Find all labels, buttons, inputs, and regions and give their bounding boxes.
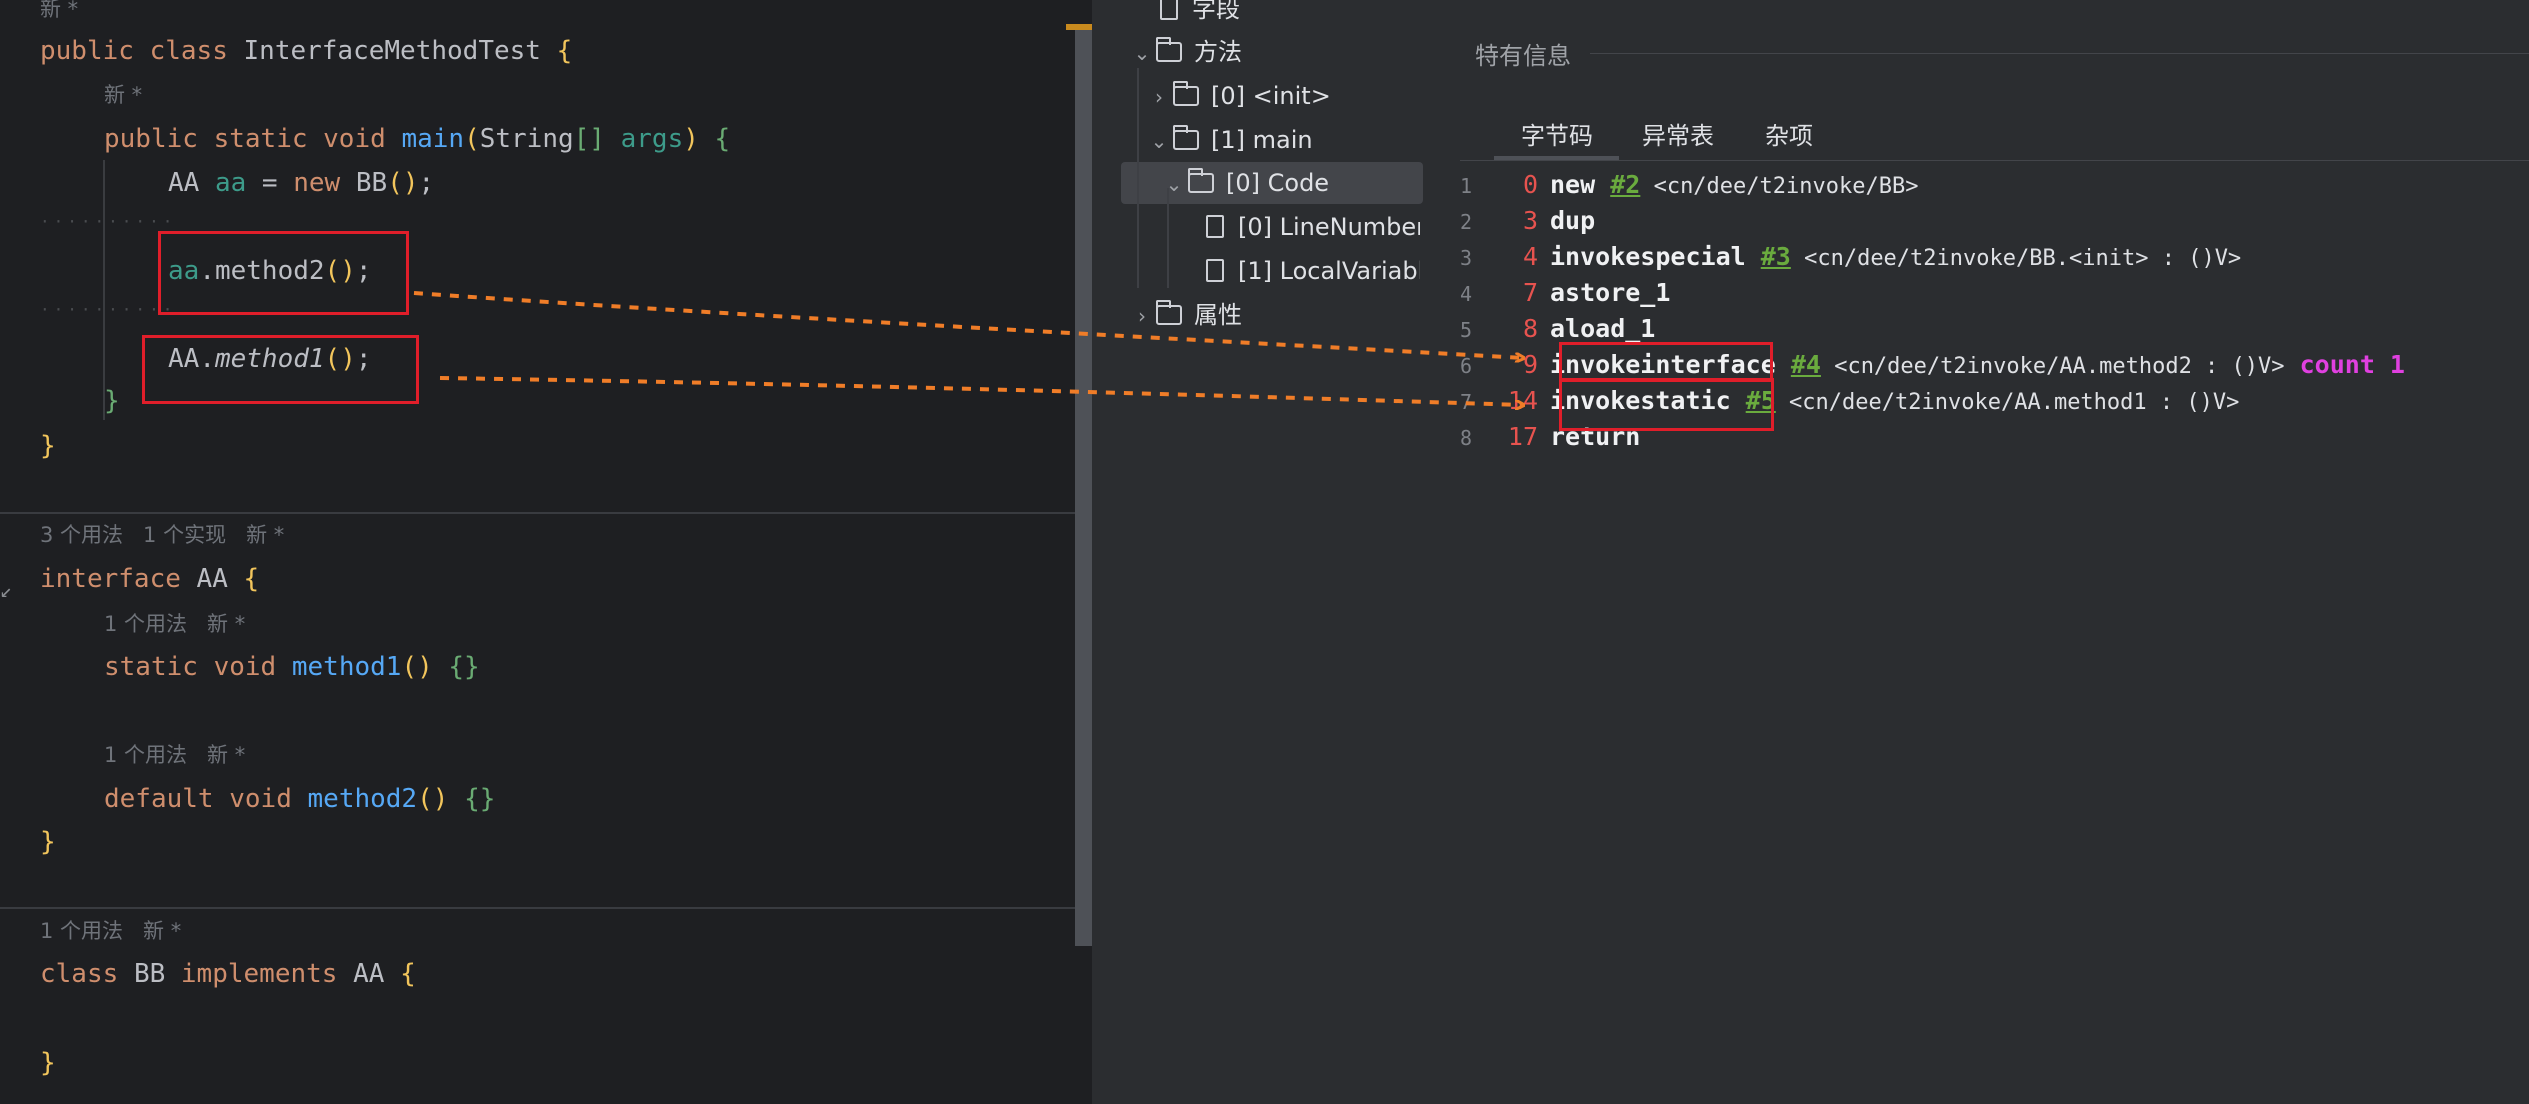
code-line-main: public static void main(String[] args) { — [104, 124, 731, 154]
whitespace-dots: ·········· — [40, 212, 177, 231]
inlay-hint-interface: 3 个用法 1 个实现 新 * — [40, 523, 285, 547]
bytecode-row[interactable]: 2 3 dup — [1460, 204, 1595, 238]
bytecode-offset: 4 — [1522, 242, 1538, 271]
highlight-box-method1-call — [142, 335, 419, 404]
tab-bytecode[interactable]: 字节码 — [1521, 116, 1593, 151]
bytecode-offset: 3 — [1522, 206, 1538, 235]
tree-item-local-variable-table[interactable]: [1] LocalVariableT — [1206, 251, 1420, 291]
tree-item-line-number-table[interactable]: [0] LineNumberTa — [1206, 207, 1420, 247]
highlight-box-method2-call — [158, 231, 409, 315]
row-number: 2 — [1460, 210, 1473, 234]
bytecode-offset: 7 — [1522, 278, 1538, 307]
tree-item-attributes[interactable]: › 属性 — [1128, 295, 1242, 335]
code-line-interface: interface AA { — [40, 564, 260, 594]
inlay-hint-method1: 1 个用法 新 * — [104, 612, 246, 636]
code-line-assign: AA aa = new BB(); — [168, 168, 435, 198]
row-number: 6 — [1460, 354, 1473, 378]
inlay-hint-method2: 1 个用法 新 * — [104, 743, 246, 767]
scrollbar-marker — [1066, 24, 1092, 30]
bytecode-offset: 14 — [1507, 386, 1538, 415]
close-brace-interface: } — [40, 827, 56, 857]
row-number: 1 — [1460, 174, 1473, 198]
chevron-down-icon[interactable]: ⌄ — [1160, 164, 1188, 204]
row-number: 5 — [1460, 318, 1473, 342]
indent-guide — [103, 160, 105, 420]
bytecode-offset: 8 — [1522, 314, 1538, 343]
ref-comment: <cn/dee/t2invoke/BB> — [1640, 174, 1919, 199]
section-title: 特有信息 — [1475, 42, 1571, 70]
row-number: 7 — [1460, 390, 1473, 414]
highlight-box-invokeinterface — [1559, 342, 1773, 382]
bytecode-row[interactable]: 5 8 aload_1 — [1460, 312, 1655, 346]
close-brace-main: } — [104, 386, 120, 416]
folder-icon — [1173, 81, 1199, 106]
tree-item-init[interactable]: › [0] <init> — [1145, 76, 1331, 116]
close-brace-class: } — [40, 431, 56, 461]
folder-icon — [1156, 37, 1182, 62]
bytecode-offset: 9 — [1522, 350, 1538, 379]
folder-icon — [1173, 125, 1199, 150]
file-icon — [1206, 259, 1224, 282]
file-icon — [1160, 0, 1178, 20]
constant-pool-ref[interactable]: #4 — [1791, 350, 1821, 379]
tab-misc[interactable]: 杂项 — [1765, 116, 1813, 151]
row-number: 3 — [1460, 246, 1473, 270]
bytecode-row[interactable]: 1 0 new #2 <cn/dee/t2invoke/BB> — [1460, 168, 1918, 202]
code-line-class-bb: class BB implements AA { — [40, 959, 416, 989]
inlay-hint-bb: 1 个用法 新 * — [40, 919, 182, 943]
tree-item-code[interactable]: ⌄ [0] Code — [1160, 163, 1329, 203]
inlay-hint-class: 新 * — [40, 0, 79, 21]
chevron-down-icon[interactable]: ⌄ — [1145, 121, 1173, 161]
ref-comment: <cn/dee/t2invoke/AA.method1 : ()V> — [1775, 390, 2240, 415]
opcode: new — [1550, 170, 1596, 199]
row-number: 8 — [1460, 426, 1473, 450]
whitespace-dots: ·········· — [40, 300, 177, 319]
inlay-hint-main: 新 * — [104, 83, 143, 107]
highlight-box-invokestatic — [1559, 378, 1774, 431]
bytecode-offset: 0 — [1522, 170, 1538, 199]
close-brace-bb: } — [40, 1048, 56, 1078]
opcode: astore_1 — [1550, 278, 1671, 307]
section-separator — [0, 512, 1075, 514]
folder-icon — [1188, 168, 1214, 193]
tree-guide — [1137, 68, 1139, 288]
code-line-method1-decl: static void method1() {} — [104, 652, 480, 682]
constant-pool-ref[interactable]: #3 — [1761, 242, 1791, 271]
constant-pool-ref[interactable]: #2 — [1610, 170, 1640, 199]
file-icon — [1206, 215, 1224, 238]
class-structure-tree[interactable]: 字段 ⌄ 方法 › [0] <init> ⌄ [1] main ⌄ [0] Code [… — [1100, 0, 1420, 1104]
code-line-method2-decl: default void method2() {} — [104, 784, 496, 814]
tree-item-main[interactable]: ⌄ [1] main — [1145, 120, 1313, 160]
ref-comment: <cn/dee/t2invoke/BB.<init> : ()V> — [1790, 246, 2242, 271]
code-editor[interactable]: 新 * public class InterfaceMethodTest { 新… — [0, 0, 1092, 1104]
bytecode-offset: 17 — [1507, 422, 1538, 451]
opcode: invokespecial — [1550, 242, 1746, 271]
tab-exception-table[interactable]: 异常表 — [1642, 116, 1714, 151]
opcode: aload_1 — [1550, 314, 1656, 343]
section-separator — [0, 907, 1075, 909]
folder-icon — [1156, 300, 1182, 325]
editor-scrollbar[interactable] — [1075, 24, 1092, 946]
chevron-right-icon[interactable]: › — [1128, 296, 1156, 336]
tree-item-methods[interactable]: ⌄ 方法 — [1128, 32, 1242, 72]
code-line-class: public class InterfaceMethodTest { — [40, 36, 573, 66]
bytecode-row[interactable]: 4 7 astore_1 — [1460, 276, 1670, 310]
section-divider — [1590, 53, 2529, 54]
ref-comment: <cn/dee/t2invoke/AA.method2 : ()V> — [1820, 354, 2285, 379]
row-number: 4 — [1460, 282, 1473, 306]
chevron-down-icon[interactable]: ⌄ — [1128, 33, 1156, 73]
opcode: dup — [1550, 206, 1596, 235]
bytecode-row[interactable]: 3 4 invokespecial #3 <cn/dee/t2invoke/BB.<… — [1460, 240, 2241, 274]
tabbar-divider — [1460, 160, 2529, 161]
tree-item-fields[interactable]: 字段 — [1160, 0, 1240, 29]
detail-panel: 特有信息 字节码 异常表 杂项 1 0 new #2 <cn/dee/t2invok… — [1460, 0, 2529, 1104]
gutter-implementation-icon[interactable]: ↙ — [0, 578, 12, 602]
chevron-right-icon[interactable]: › — [1145, 77, 1173, 117]
count-annotation: count 1 — [2299, 350, 2405, 379]
